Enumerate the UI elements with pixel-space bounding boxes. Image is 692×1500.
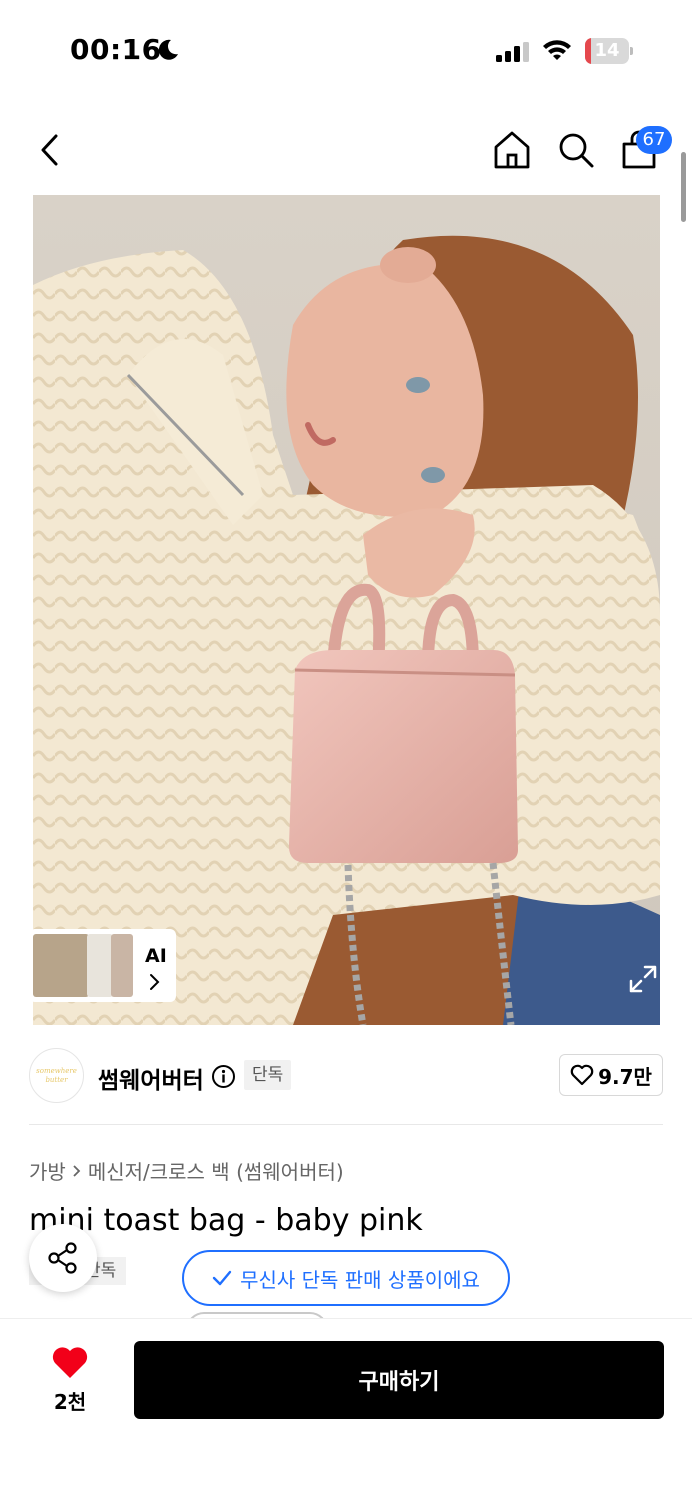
signal-icon xyxy=(496,42,529,62)
status-time: 00:16 xyxy=(70,33,162,66)
breadcrumb: 가방 메신저/크로스 백 (썸웨어버터) xyxy=(29,1156,344,1185)
home-icon xyxy=(494,131,530,169)
scrollbar[interactable] xyxy=(681,152,686,222)
info-icon[interactable] xyxy=(211,1064,236,1089)
exclusive-badge: 단독 xyxy=(244,1060,292,1090)
brand-name[interactable]: 썸웨어버터 xyxy=(98,1061,204,1095)
home-button[interactable] xyxy=(493,130,531,170)
battery-level: 14 xyxy=(594,40,620,61)
moon-icon xyxy=(158,39,178,60)
breadcrumb-category[interactable]: 가방 xyxy=(29,1156,66,1185)
ai-label: AI xyxy=(145,945,167,967)
divider xyxy=(29,1124,663,1125)
check-icon xyxy=(212,1270,232,1286)
search-icon xyxy=(559,133,594,168)
search-button[interactable] xyxy=(557,130,595,170)
chevron-right-icon xyxy=(150,974,160,990)
cart-count-badge: 67 xyxy=(636,126,672,154)
buy-button[interactable]: 구매하기 xyxy=(134,1341,664,1419)
battery-indicator: 14 xyxy=(585,38,633,64)
tooltip-text: 무신사 단독 판매 상품이에요 xyxy=(240,1267,480,1292)
product-title: mini toast bag - baby pink xyxy=(29,1203,423,1238)
heart-filled-icon[interactable] xyxy=(51,1346,89,1380)
brand-like-count: 9.7만 xyxy=(598,1064,652,1089)
chevron-right-icon xyxy=(73,1164,81,1177)
brand-logo-text: somewhere butter xyxy=(36,1066,77,1084)
back-button[interactable] xyxy=(34,130,66,170)
ai-lookbook-button[interactable]: AI xyxy=(29,929,176,1002)
brand-like-button[interactable]: 9.7만 xyxy=(559,1054,663,1096)
brand-logo[interactable]: somewhere butter xyxy=(29,1048,84,1103)
exclusive-tooltip: 무신사 단독 판매 상품이에요 xyxy=(182,1250,510,1306)
share-icon xyxy=(48,1242,77,1274)
back-icon xyxy=(41,134,58,166)
wifi-icon xyxy=(543,40,571,60)
like-count: 2천 xyxy=(53,1390,87,1414)
breadcrumb-subcategory[interactable]: 메신저/크로스 백 (썸웨어버터) xyxy=(88,1156,344,1185)
product-image[interactable] xyxy=(33,195,660,1025)
heart-outline-icon xyxy=(570,1064,594,1086)
share-button[interactable] xyxy=(29,1224,97,1292)
expand-icon[interactable] xyxy=(627,963,659,995)
